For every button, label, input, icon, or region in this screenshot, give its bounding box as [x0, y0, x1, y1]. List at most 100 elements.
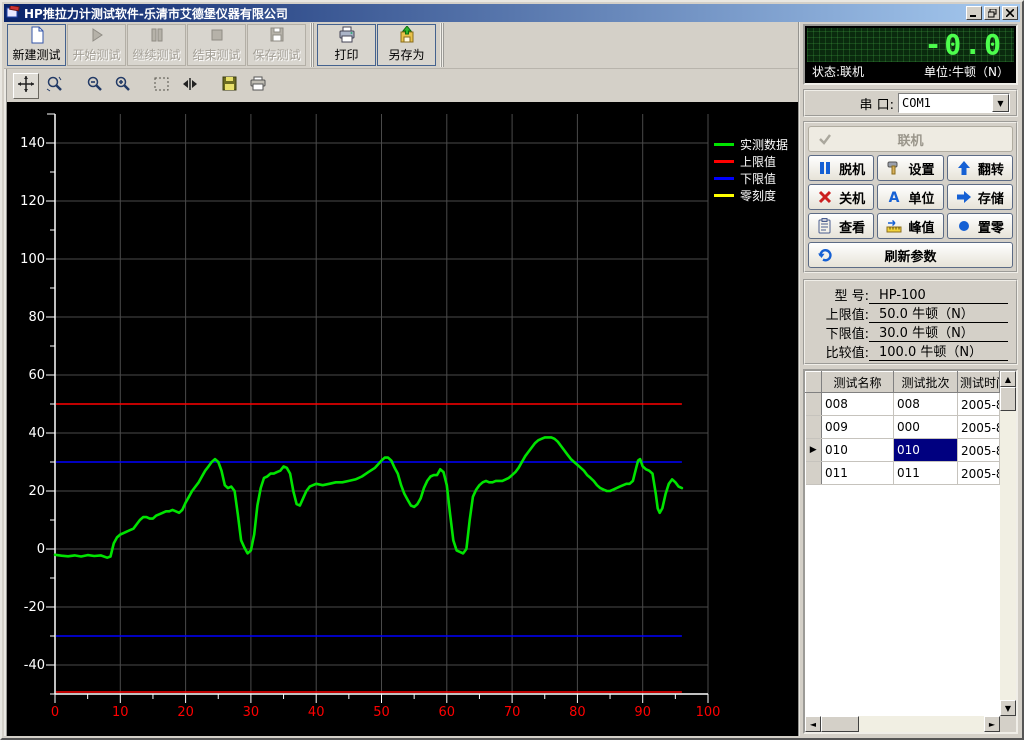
toolbar-button-0[interactable]: 新建测试	[7, 23, 66, 66]
save-as-icon	[398, 25, 416, 44]
row-selector[interactable]	[805, 415, 822, 439]
ruler-icon	[886, 218, 902, 234]
control-button-单位[interactable]: A 单位	[877, 184, 944, 210]
chevron-down-icon[interactable]: ▼	[992, 94, 1009, 112]
cell-test-name[interactable]: 008	[821, 392, 894, 416]
row-selector[interactable]	[805, 461, 822, 485]
svg-text:40: 40	[28, 426, 45, 441]
control-button-查看[interactable]: 查看	[808, 213, 875, 239]
row-selector-header[interactable]	[805, 371, 822, 393]
select-region-button[interactable]	[149, 73, 175, 99]
svg-text:50: 50	[373, 705, 390, 720]
control-button-label: 置零	[977, 220, 1004, 236]
cell-test-batch[interactable]: 008	[893, 392, 958, 416]
column-header-0[interactable]: 测试名称	[821, 371, 894, 393]
control-button-label: 关机	[839, 191, 866, 207]
close-button[interactable]	[1002, 6, 1018, 20]
cell-test-name[interactable]: 009	[821, 415, 894, 439]
save-chart-button[interactable]	[217, 73, 243, 99]
svg-text:90: 90	[634, 705, 651, 720]
table-row[interactable]: 0090002005-8-25 下午	[805, 415, 1000, 439]
row-selector[interactable]	[805, 392, 822, 416]
scroll-right-button[interactable]: ►	[984, 716, 1000, 732]
control-button-脱机[interactable]: 脱机	[808, 155, 875, 181]
led-status-bar: 状态:联机 单位:牛顿（N）	[807, 62, 1014, 81]
control-button-设置[interactable]: 设置	[877, 155, 944, 181]
test-records-table[interactable]: 测试名称测试批次测试时间0080082005-8-25 下午0090002005…	[805, 371, 1000, 485]
toolbar-button-4[interactable]: 保存测试	[247, 23, 306, 66]
legend-swatch	[713, 177, 734, 180]
vertical-scroll-thumb[interactable]	[1000, 387, 1016, 411]
control-button-峰值[interactable]: 峰值	[877, 213, 944, 239]
zoom-in-button[interactable]	[109, 73, 135, 99]
control-button-置零[interactable]: 置零	[946, 213, 1013, 239]
cell-test-time[interactable]: 2005-8-25 下午	[957, 438, 1000, 462]
side-panel: -0.0 状态:联机 单位:牛顿（N） 串 口: COM1 ▼ 联机 脱机 设置	[798, 22, 1020, 736]
control-button-label: 存储	[977, 191, 1004, 207]
zoom-out-button[interactable]	[81, 73, 107, 99]
control-button-关机[interactable]: 关机	[808, 184, 875, 210]
control-button-label: 查看	[839, 220, 866, 236]
scrollbar-corner	[1000, 716, 1016, 732]
control-button-label: 翻转	[977, 162, 1004, 178]
cell-test-batch[interactable]: 010	[893, 438, 958, 462]
minimize-button[interactable]	[966, 6, 982, 20]
status-label: 状态:联机	[812, 65, 865, 79]
cell-test-time[interactable]: 2005-8-25 下午	[957, 415, 1000, 439]
toolbar-button-label: 结束测试	[192, 48, 241, 62]
refresh-params-button[interactable]: 刷新参数	[808, 242, 1013, 268]
control-button-翻转[interactable]: 翻转	[946, 155, 1013, 181]
chart-legend: 实测数据 上限值 下限值 零刻度	[713, 136, 788, 204]
vertical-scrollbar[interactable]: ▲ ▼	[1000, 371, 1016, 716]
device-info-value: 50.0 牛顿（N）	[869, 303, 1008, 323]
table-row[interactable]: 0080082005-8-25 下午	[805, 392, 1000, 416]
scroll-left-button[interactable]: ◄	[805, 716, 821, 732]
cell-test-time[interactable]: 2005-8-25 下午	[957, 461, 1000, 485]
save-icon	[268, 26, 286, 44]
cell-test-name[interactable]: 011	[821, 461, 894, 485]
device-info-row: 下限值: 30.0 牛顿（N）	[807, 323, 1008, 342]
control-button-label: 单位	[908, 191, 935, 207]
fit-horizontal-button[interactable]	[177, 73, 203, 99]
column-header-1[interactable]: 测试批次	[893, 371, 958, 393]
serial-port-select[interactable]: COM1 ▼	[898, 93, 1010, 113]
connect-button[interactable]: 联机	[808, 126, 1013, 152]
horizontal-scroll-track[interactable]	[859, 716, 984, 732]
svg-text:20: 20	[28, 484, 45, 499]
table-row[interactable]: 0110112005-8-25 下午	[805, 461, 1000, 485]
cell-test-batch[interactable]: 000	[893, 415, 958, 439]
scroll-up-button[interactable]: ▲	[1000, 371, 1016, 387]
device-info-row: 型 号: HP-100	[807, 285, 1008, 304]
table-row[interactable]: ▶0100102005-8-25 下午	[805, 438, 1000, 462]
toolbar-button-5[interactable]: 打印	[317, 23, 376, 66]
cell-test-batch[interactable]: 011	[893, 461, 958, 485]
new-document-icon	[28, 26, 46, 44]
scroll-down-button[interactable]: ▼	[1000, 700, 1016, 716]
zoom-drag-button[interactable]	[41, 73, 67, 99]
legend-label: 零刻度	[739, 189, 776, 203]
toolbar-button-2[interactable]: 继续测试	[127, 23, 186, 66]
cell-test-name[interactable]: 010	[821, 438, 894, 462]
toolbar-button-6[interactable]: 另存为	[377, 23, 436, 66]
save-chart-icon	[221, 75, 239, 96]
checkmark-icon	[817, 131, 833, 147]
hammer-icon	[886, 160, 902, 176]
device-info-row: 比较值: 100.0 牛顿（N）	[807, 342, 1008, 361]
toolbar-button-1[interactable]: 开始测试	[67, 23, 126, 66]
horizontal-scroll-thumb[interactable]	[821, 716, 859, 732]
cell-test-time[interactable]: 2005-8-25 下午	[957, 392, 1000, 416]
arrow-right-icon	[956, 189, 972, 205]
pan-crosshair-button[interactable]	[13, 72, 39, 99]
control-button-存储[interactable]: 存储	[946, 184, 1013, 210]
print-chart-button[interactable]	[245, 73, 271, 99]
column-header-2[interactable]: 测试时间	[957, 371, 1000, 393]
legend-swatch	[713, 194, 734, 197]
toolbar-button-3[interactable]: 结束测试	[187, 23, 246, 66]
horizontal-scrollbar[interactable]: ◄ ►	[805, 716, 1000, 732]
restore-button[interactable]	[984, 6, 1000, 20]
row-selector[interactable]: ▶	[805, 438, 822, 462]
test-records-table-wrap: 测试名称测试批次测试时间0080082005-8-25 下午0090002005…	[805, 371, 1000, 716]
test-records-panel: 测试名称测试批次测试时间0080082005-8-25 下午0090002005…	[803, 369, 1018, 734]
svg-text:A: A	[889, 190, 900, 205]
printer-icon	[338, 26, 356, 44]
